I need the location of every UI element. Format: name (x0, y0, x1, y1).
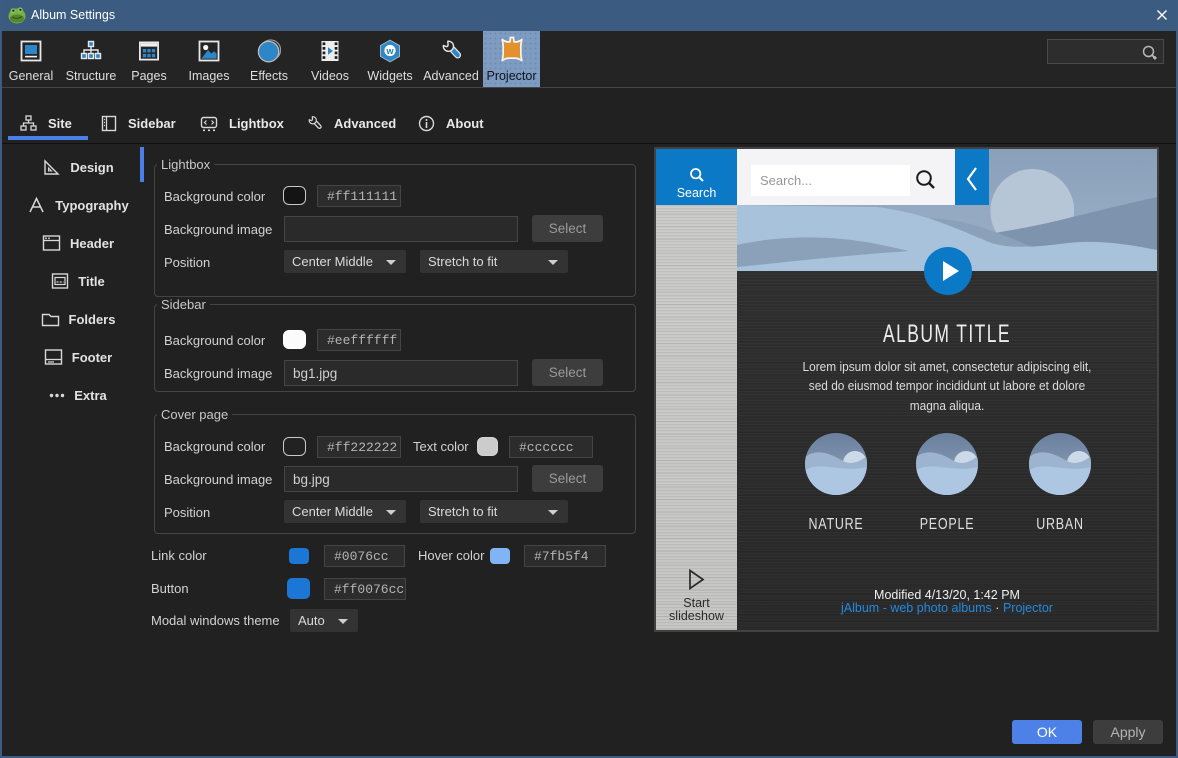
svg-text:w: w (385, 46, 394, 56)
